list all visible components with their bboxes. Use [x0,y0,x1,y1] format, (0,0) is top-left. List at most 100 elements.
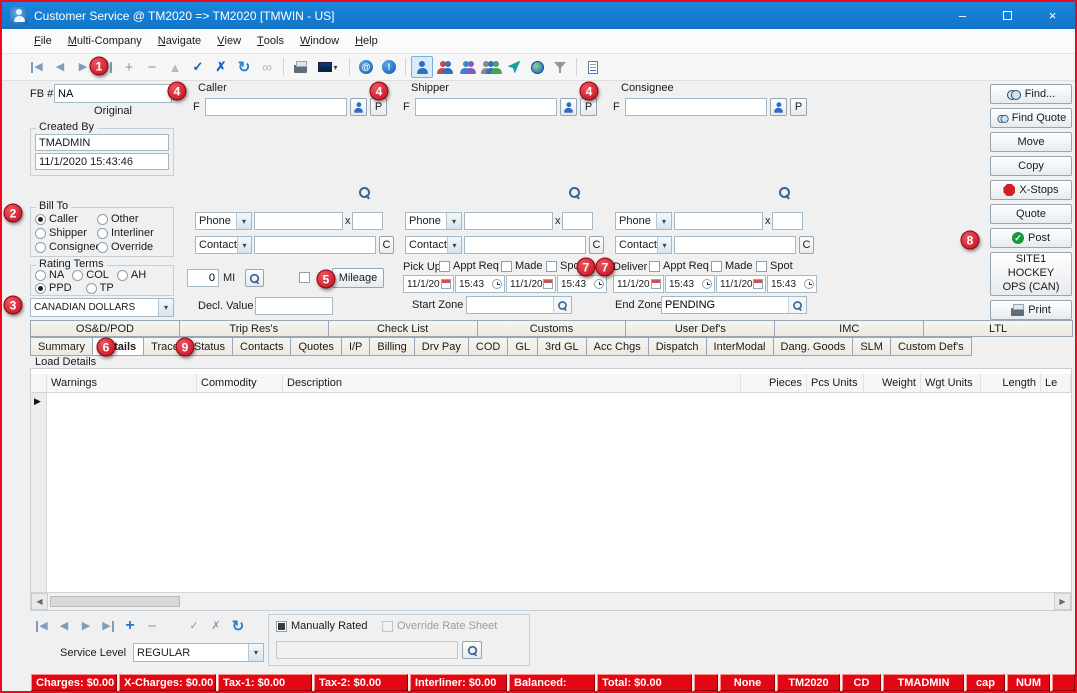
post-button[interactable]: ✓Post [990,228,1072,248]
caller-name-input[interactable] [205,98,347,116]
fb-number-input[interactable] [54,84,172,103]
tab-contacts[interactable]: Contacts [232,337,291,356]
pickup-date2-field[interactable]: 11/1/20 [506,275,556,293]
col-pcs-units[interactable]: Pcs Units [807,374,864,392]
find-button[interactable]: Find... [990,84,1072,104]
deliver-date2-field[interactable]: 11/1/20 [716,275,766,293]
terms-col-radio[interactable]: COL [72,269,109,281]
start-zone-input[interactable] [467,297,553,313]
consignee-add-client-button[interactable] [770,98,787,116]
contacts-button[interactable] [434,56,456,78]
add-record-button[interactable]: + [118,56,140,78]
copy-button[interactable]: Copy [990,156,1072,176]
tab-acc-chgs[interactable]: Acc Chgs [586,337,649,356]
col-pieces[interactable]: Pieces [741,374,807,392]
tab-intermodal[interactable]: InterModal [706,337,774,356]
caller-ext-input[interactable] [352,212,383,230]
quote-button[interactable]: Quote [990,204,1072,224]
caller-phone-type-select[interactable]: Phone▾ [195,212,252,230]
scroll-left-button[interactable]: ◀ [31,593,48,610]
screen-view-button[interactable]: ▾ [312,56,344,78]
tab-3rd-gl[interactable]: 3rd GL [537,337,587,356]
tab-cod[interactable]: COD [468,337,508,356]
consignee-c-button[interactable]: C [799,236,814,254]
tab-ltl[interactable]: LTL [923,320,1073,337]
consignee-contact-type-select[interactable]: Contact▾ [615,236,672,254]
end-zone-search-button[interactable] [788,297,806,313]
shipper-contact-input[interactable] [464,236,586,254]
consignee-name-input[interactable] [625,98,767,116]
consignee-phone-input[interactable] [674,212,763,230]
detail-nav-prev-button[interactable]: ◀ [54,616,74,636]
print-toolbar-button[interactable] [289,56,311,78]
detail-nav-next-button[interactable]: ▶ [76,616,96,636]
detail-refresh-button[interactable]: ↻ [228,616,248,636]
move-button[interactable]: Move [990,132,1072,152]
shipper-name-input[interactable] [415,98,557,116]
tab-ip[interactable]: I/P [341,337,370,356]
billto-interliner-radio[interactable]: Interliner [97,227,171,239]
decl-value-input[interactable] [255,297,333,315]
scroll-right-button[interactable]: ▶ [1054,593,1071,610]
rate-sheet-search-button[interactable] [462,641,482,659]
shipper-p-button[interactable]: P [580,98,597,116]
billto-shipper-radio[interactable]: Shipper [35,227,97,239]
tab-gl[interactable]: GL [507,337,538,356]
tab-osd-pod[interactable]: OS&D/POD [30,320,180,337]
pickup-time2-field[interactable]: 15:43 [557,275,607,293]
col-length-units[interactable]: Le [1041,374,1071,392]
tab-dispatch[interactable]: Dispatch [648,337,707,356]
tab-custom-defs[interactable]: Custom Def's [890,337,972,356]
tab-drv-pay[interactable]: Drv Pay [414,337,469,356]
x-stops-button[interactable]: X-Stops [990,180,1072,200]
caller-contact-input[interactable] [254,236,376,254]
terms-tp-radio[interactable]: TP [86,282,114,294]
mileage-button[interactable]: Mileage [332,268,384,288]
col-commodity[interactable]: Commodity [197,374,283,392]
tab-trip-res[interactable]: Trip Res's [179,320,329,337]
caller-search-button[interactable] [358,186,371,202]
consignee-search-button[interactable] [778,186,791,202]
post-edit-button[interactable]: ✓ [187,56,209,78]
shipper-ext-input[interactable] [562,212,593,230]
consignee-contact-input[interactable] [674,236,796,254]
link-button[interactable]: ∞ [256,56,278,78]
caller-c-button[interactable]: C [379,236,394,254]
shipper-phone-type-select[interactable]: Phone▾ [405,212,462,230]
menu-view[interactable]: View [209,29,249,53]
customer-button[interactable] [411,56,433,78]
billto-override-radio[interactable]: Override [97,241,171,253]
pickup-made-checkbox[interactable]: Made [501,260,543,272]
mileage-input[interactable] [187,269,219,287]
terms-ah-radio[interactable]: AH [117,269,146,281]
detail-add-button[interactable]: + [120,616,140,636]
currency-select[interactable]: CANADIAN DOLLARS ▾ [30,298,174,317]
tab-imc[interactable]: IMC [774,320,924,337]
col-warnings[interactable]: Warnings [47,374,197,392]
col-length[interactable]: Length [981,374,1041,392]
about-button[interactable]: ! [378,56,400,78]
detail-post-button[interactable]: ✓ [184,616,204,636]
terms-na-radio[interactable]: NA [35,269,64,281]
shipper-add-client-button[interactable] [560,98,577,116]
tab-customs[interactable]: Customs [477,320,627,337]
site-button[interactable]: SITE1 HOCKEY OPS (CAN) [990,252,1072,296]
manually-rated-checkbox[interactable]: Manually Rated [276,620,367,632]
consignee-phone-type-select[interactable]: Phone▾ [615,212,672,230]
tab-summary[interactable]: Summary [30,337,93,356]
deliver-appt-checkbox[interactable]: Appt Req [649,260,709,272]
grid-hscrollbar[interactable]: ◀ ▶ [31,592,1071,610]
col-weight[interactable]: Weight [864,374,921,392]
detail-nav-last-button[interactable]: ▶ [98,616,118,636]
shipper-phone-input[interactable] [464,212,553,230]
tab-check-list[interactable]: Check List [328,320,478,337]
pickup-date1-field[interactable]: 11/1/20 [403,275,454,293]
menu-window[interactable]: Window [292,29,347,53]
caller-contact-type-select[interactable]: Contact▾ [195,236,252,254]
detail-cancel-button[interactable]: ✗ [206,616,226,636]
tab-billing[interactable]: Billing [369,337,414,356]
menu-tools[interactable]: Tools [249,29,292,53]
deliver-date1-field[interactable]: 11/1/20 [613,275,664,293]
shipper-contact-type-select[interactable]: Contact▾ [405,236,462,254]
end-zone-input[interactable] [662,297,788,313]
